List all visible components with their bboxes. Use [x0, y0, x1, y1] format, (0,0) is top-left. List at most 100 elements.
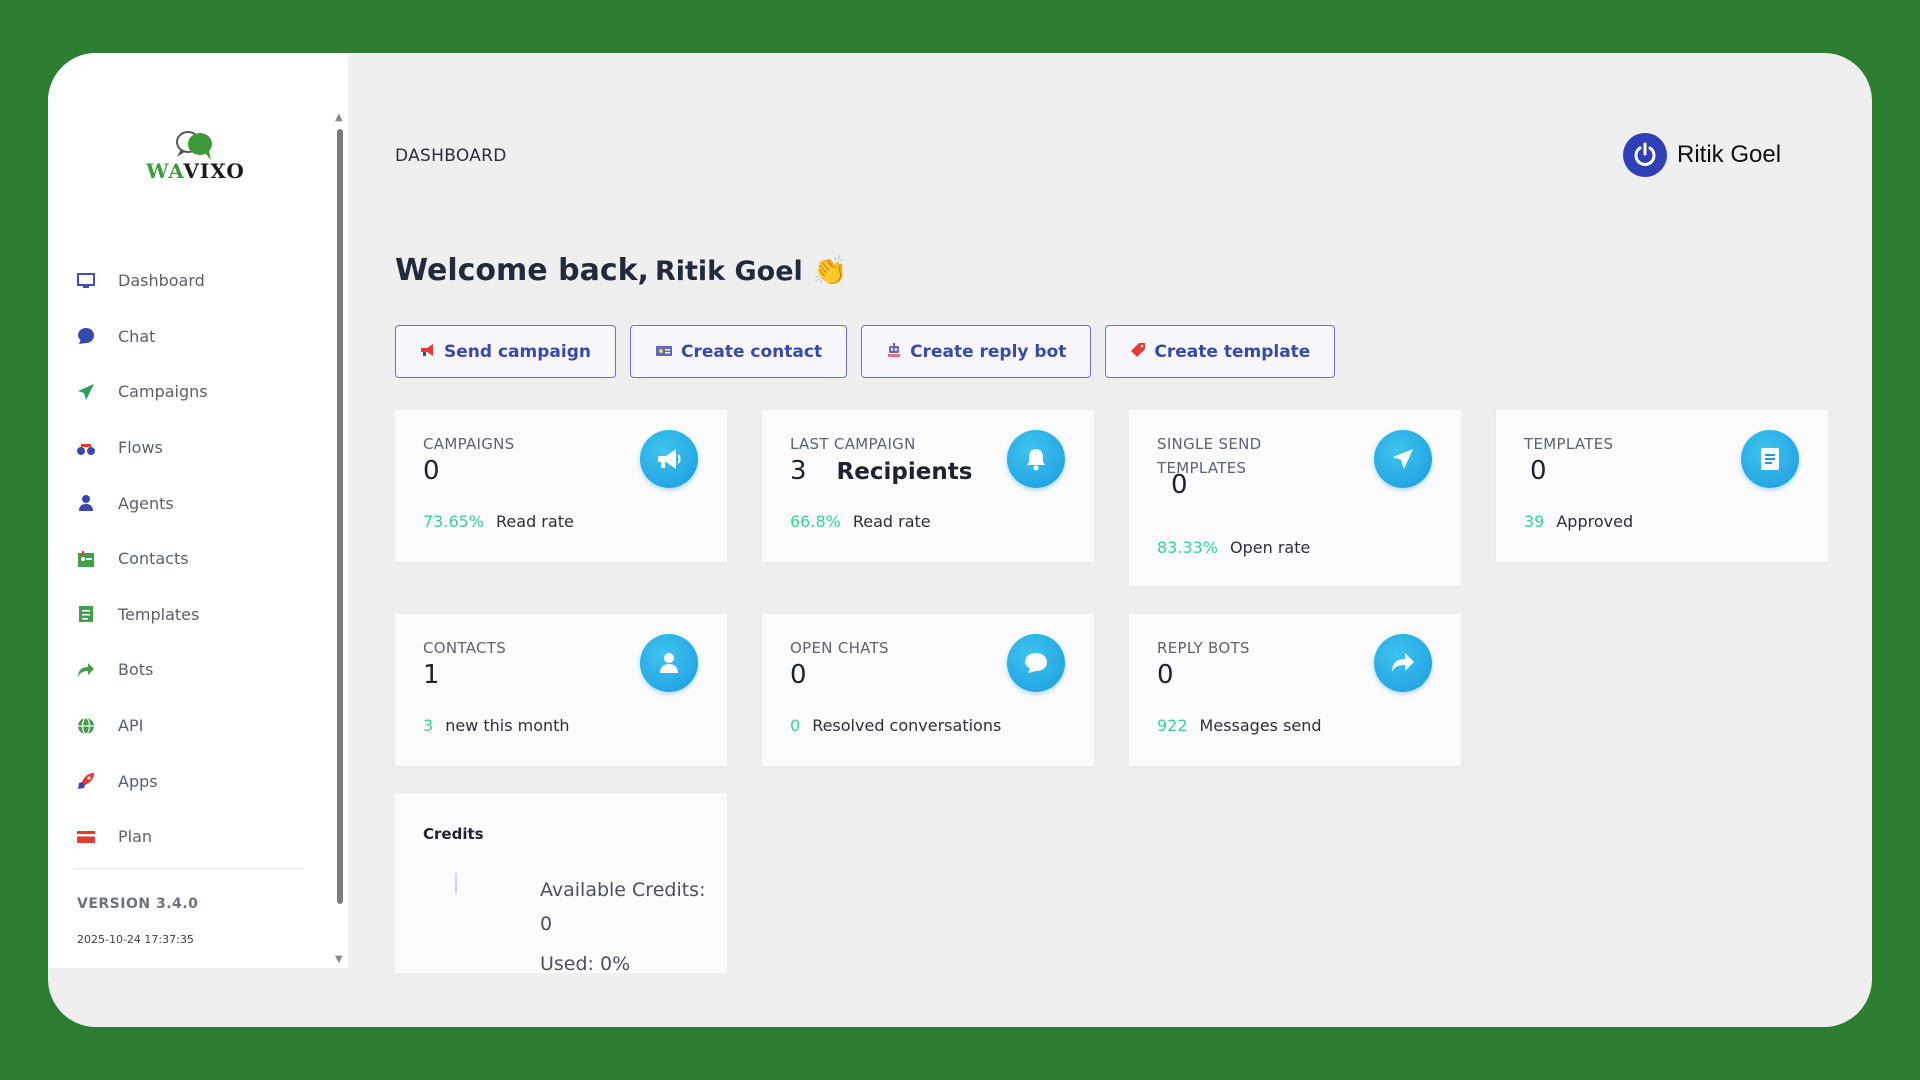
welcome-user-name: Ritik Goel: [654, 256, 803, 287]
build-date: 2025-10-24 17:37:35: [77, 933, 194, 946]
card-subtext: 66.8% Read rate: [790, 512, 931, 531]
sidebar-item-agents[interactable]: Agents: [48, 475, 328, 531]
card-title: REPLY BOTS: [1157, 639, 1250, 657]
sidebar-item-bots[interactable]: Bots: [48, 642, 328, 698]
reply-bots-card[interactable]: REPLY BOTS 0 922 Messages send: [1129, 614, 1461, 766]
sidebar-item-label: Agents: [118, 493, 174, 513]
button-label: Create template: [1154, 341, 1311, 362]
create-template-button[interactable]: Create template: [1105, 325, 1336, 378]
logo-text: WAVIXO: [146, 159, 245, 183]
send-campaign-button[interactable]: Send campaign: [395, 325, 616, 378]
sidebar-item-label: Bots: [118, 660, 154, 680]
robot-icon: [886, 342, 902, 362]
chat-bubble-icon: [76, 326, 96, 346]
contacts-card[interactable]: CONTACTS 1 3 new this month: [395, 614, 727, 766]
power-icon[interactable]: [1623, 133, 1667, 177]
card-value: 3 Recipients: [790, 456, 973, 486]
button-label: Create reply bot: [910, 341, 1067, 362]
contact-card-icon: [76, 549, 96, 569]
welcome-greeting: Welcome back,: [395, 253, 649, 288]
card-value: 0: [1171, 470, 1188, 500]
card-title: TEMPLATES: [1524, 435, 1614, 453]
bell-icon: [1007, 430, 1065, 488]
document-icon: [76, 604, 96, 624]
main-content: DASHBOARD Ritik Goel Welcome back, Ritik…: [348, 53, 1872, 975]
credit-card-icon: [76, 827, 96, 847]
sidebar-item-label: Templates: [118, 604, 200, 624]
card-value: 0: [1530, 456, 1547, 486]
sidebar-scrollbar[interactable]: ▲ ▼: [334, 113, 346, 968]
page-title: DASHBOARD: [395, 146, 507, 166]
tag-icon: [1130, 342, 1146, 362]
sidebar: WAVIXO Dashboard Chat Campaigns Flows Ag…: [48, 53, 348, 968]
scrollbar-thumb[interactable]: [337, 129, 343, 904]
chat-bubble-icon: [1007, 634, 1065, 692]
paper-plane-icon: [1374, 430, 1432, 488]
sidebar-item-contacts[interactable]: Contacts: [48, 531, 328, 587]
monitor-icon: [76, 271, 96, 291]
app-window: WAVIXO Dashboard Chat Campaigns Flows Ag…: [48, 53, 1872, 1027]
last-campaign-card[interactable]: LAST CAMPAIGN 3 Recipients 66.8% Read rate: [762, 410, 1094, 562]
sidebar-item-flows[interactable]: Flows: [48, 420, 328, 476]
sidebar-item-label: Chat: [118, 326, 156, 346]
sidebar-item-api[interactable]: API: [48, 698, 328, 754]
button-label: Send campaign: [444, 341, 591, 362]
single-send-templates-card[interactable]: SINGLE SEND TEMPLATES 0 83.33% Open rate: [1129, 410, 1461, 586]
create-contact-button[interactable]: Create contact: [629, 325, 848, 378]
scroll-up-icon[interactable]: ▲: [335, 113, 343, 123]
sidebar-item-label: Flows: [118, 438, 163, 458]
credits-used: Used: 0%: [540, 953, 631, 975]
credits-title: Credits: [423, 825, 484, 843]
sidebar-item-label: Campaigns: [118, 382, 208, 402]
credits-ring: [455, 873, 457, 893]
available-credits-value: 0: [540, 913, 553, 935]
button-label: Create contact: [680, 341, 823, 362]
flow-icon: [76, 438, 96, 458]
user-icon: [76, 493, 96, 513]
card-value: 1: [423, 660, 440, 690]
credits-card: Credits Available Credits: 0 Used: 0%: [395, 793, 727, 975]
sidebar-divider: [74, 868, 304, 869]
card-subtext: 83.33% Open rate: [1157, 538, 1311, 557]
wavixo-logo[interactable]: WAVIXO: [143, 127, 248, 187]
open-chats-card[interactable]: OPEN CHATS 0 0 Resolved conversations: [762, 614, 1094, 766]
available-credits-label: Available Credits:: [540, 879, 706, 901]
welcome-heading: Welcome back, Ritik Goel 👏: [395, 253, 848, 288]
megaphone-icon: [640, 430, 698, 488]
card-subtext: 39 Approved: [1524, 512, 1634, 531]
scroll-down-icon[interactable]: ▼: [335, 955, 343, 965]
sidebar-item-apps[interactable]: Apps: [48, 753, 328, 809]
globe-icon: [76, 716, 96, 736]
sidebar-item-plan[interactable]: Plan: [48, 809, 328, 865]
sidebar-item-label: Apps: [118, 771, 158, 791]
create-reply-bot-button[interactable]: Create reply bot: [861, 325, 1092, 378]
templates-card[interactable]: TEMPLATES 0 39 Approved: [1496, 410, 1828, 562]
user-name[interactable]: Ritik Goel: [1677, 141, 1781, 169]
megaphone-icon: [420, 343, 436, 361]
campaigns-card[interactable]: CAMPAIGNS 0 73.65% Read rate: [395, 410, 727, 562]
quick-actions: Send campaign Create contact Create repl…: [395, 325, 1349, 378]
version-label: VERSION 3.4.0: [77, 896, 199, 912]
share-arrow-icon: [1374, 634, 1432, 692]
document-icon: [1741, 430, 1799, 488]
card-subtext: 3 new this month: [423, 716, 570, 735]
sidebar-item-campaigns[interactable]: Campaigns: [48, 364, 328, 420]
user-icon: [640, 634, 698, 692]
sidebar-item-label: API: [118, 716, 144, 736]
sidebar-item-label: Contacts: [118, 549, 189, 569]
card-value: 0: [790, 660, 807, 690]
sidebar-item-dashboard[interactable]: Dashboard: [48, 253, 328, 309]
sidebar-item-templates[interactable]: Templates: [48, 587, 328, 643]
card-title: CONTACTS: [423, 639, 507, 657]
paper-plane-icon: [76, 382, 96, 402]
share-arrow-icon: [76, 660, 96, 680]
card-title: CAMPAIGNS: [423, 435, 515, 453]
clapping-hands-icon: 👏: [812, 254, 848, 287]
sidebar-nav: Dashboard Chat Campaigns Flows Agents Co…: [48, 253, 328, 865]
card-subtext: 0 Resolved conversations: [790, 716, 1002, 735]
card-value: 0: [423, 456, 440, 486]
id-card-icon: [655, 343, 673, 361]
card-value: 0: [1157, 660, 1174, 690]
user-menu[interactable]: Ritik Goel: [1623, 133, 1781, 177]
sidebar-item-chat[interactable]: Chat: [48, 309, 328, 365]
